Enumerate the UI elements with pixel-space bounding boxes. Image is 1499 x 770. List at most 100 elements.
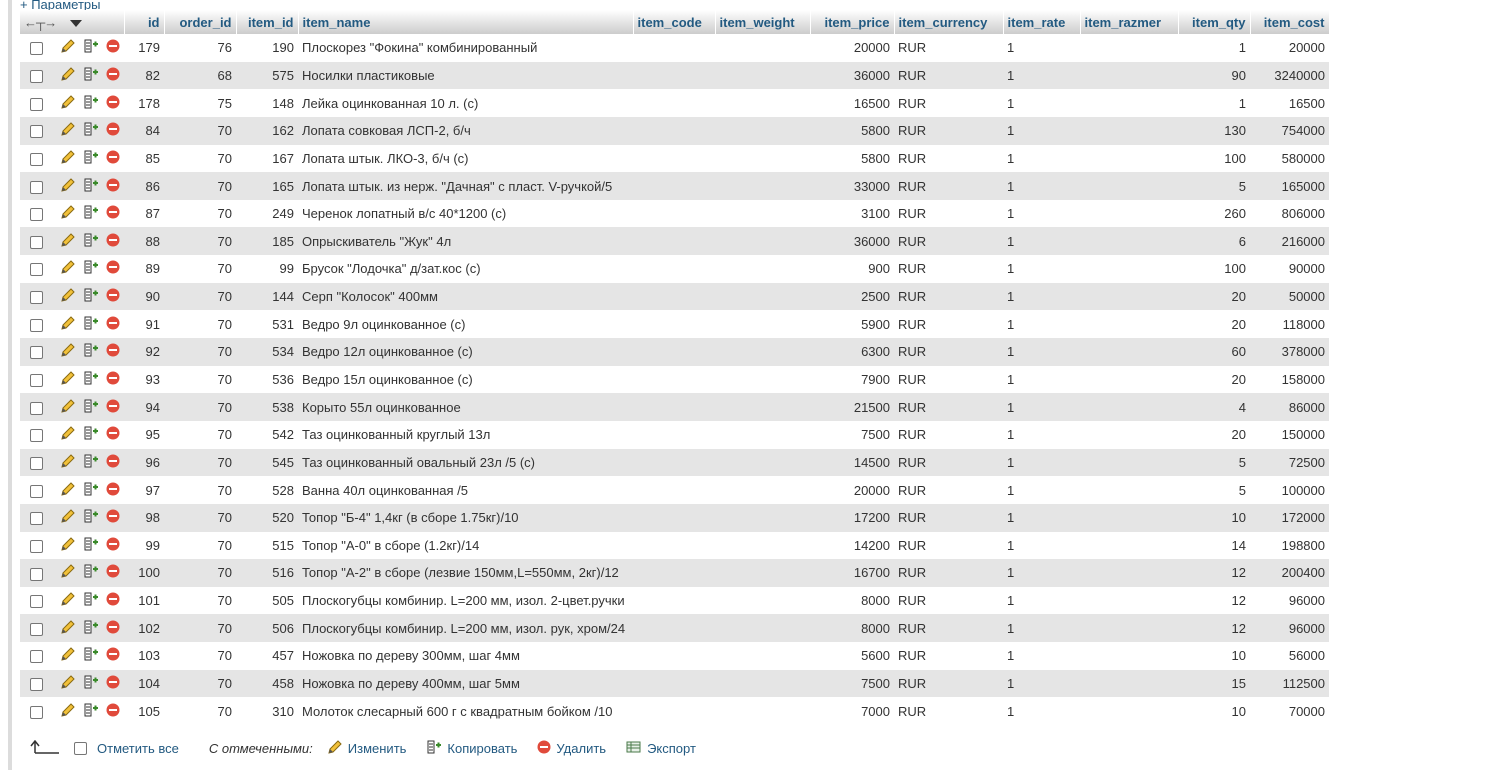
cell-item-razmer[interactable] — [1080, 34, 1178, 62]
delete-icon[interactable] — [106, 178, 120, 195]
cell-item-currency[interactable]: RUR — [894, 365, 1003, 394]
cell-item-code[interactable] — [633, 531, 715, 560]
copy-insert-icon[interactable] — [83, 149, 99, 168]
cell-item-weight[interactable] — [715, 559, 810, 587]
cell-order-id[interactable]: 76 — [164, 34, 236, 62]
cell-item-id[interactable]: 520 — [236, 503, 298, 532]
cell-item-currency[interactable]: RUR — [894, 282, 1003, 311]
cell-item-qty[interactable]: 1 — [1178, 89, 1250, 117]
edit-pencil-icon[interactable] — [60, 342, 76, 361]
cell-item-rate[interactable]: 1 — [1003, 586, 1080, 615]
cell-item-razmer[interactable] — [1080, 559, 1178, 587]
cell-item-currency[interactable]: RUR — [894, 310, 1003, 339]
cell-item-currency[interactable]: RUR — [894, 89, 1003, 117]
delete-icon[interactable] — [106, 371, 120, 388]
copy-insert-icon[interactable] — [83, 481, 99, 500]
check-all-checkbox[interactable] — [74, 741, 87, 755]
edit-pencil-icon[interactable] — [60, 536, 76, 555]
copy-insert-icon[interactable] — [83, 591, 99, 610]
delete-icon[interactable] — [106, 509, 120, 526]
cell-item-rate[interactable]: 1 — [1003, 614, 1080, 643]
edit-pencil-icon[interactable] — [60, 315, 76, 334]
cell-item-currency[interactable]: RUR — [894, 338, 1003, 366]
cell-item-name[interactable]: Лопата штык. ЛКО-3, б/ч (с) — [298, 144, 633, 173]
cell-item-id[interactable]: 534 — [236, 338, 298, 366]
cell-item-name[interactable]: Молоток слесарный 600 г с квадратным бой… — [298, 697, 633, 726]
cell-item-code[interactable] — [633, 559, 715, 587]
delete-icon[interactable] — [106, 316, 120, 333]
cell-item-cost[interactable]: 165000 — [1250, 172, 1329, 200]
cell-item-weight[interactable] — [715, 34, 810, 62]
cell-item-weight[interactable] — [715, 669, 810, 698]
cell-item-name[interactable]: Серп "Колосок" 400мм — [298, 282, 633, 311]
cell-item-cost[interactable]: 580000 — [1250, 144, 1329, 173]
cell-item-code[interactable] — [633, 365, 715, 394]
delete-icon[interactable] — [106, 454, 120, 471]
cell-item-id[interactable]: 99 — [236, 255, 298, 283]
cell-item-price[interactable]: 20000 — [810, 476, 894, 504]
edit-pencil-icon[interactable] — [60, 38, 76, 57]
cell-item-code[interactable] — [633, 199, 715, 228]
cell-item-price[interactable]: 8000 — [810, 586, 894, 615]
cell-item-price[interactable]: 8000 — [810, 614, 894, 643]
cell-item-name[interactable]: Лопата совковая ЛСП-2, б/ч — [298, 116, 633, 145]
cell-id[interactable]: 103 — [124, 642, 164, 670]
bulk-export-button[interactable]: Экспорт — [626, 740, 696, 757]
cell-item-qty[interactable]: 5 — [1178, 448, 1250, 477]
cell-item-razmer[interactable] — [1080, 199, 1178, 228]
cell-item-cost[interactable]: 200400 — [1250, 559, 1329, 587]
copy-insert-icon[interactable] — [83, 674, 99, 693]
cell-item-weight[interactable] — [715, 642, 810, 670]
cell-item-rate[interactable]: 1 — [1003, 669, 1080, 698]
col-header-item-name[interactable]: item_name — [298, 10, 634, 34]
cell-item-qty[interactable]: 5 — [1178, 476, 1250, 504]
cell-item-razmer[interactable] — [1080, 116, 1178, 145]
cell-item-rate[interactable]: 1 — [1003, 199, 1080, 228]
cell-item-razmer[interactable] — [1080, 420, 1178, 449]
cell-item-code[interactable] — [633, 34, 715, 62]
column-toggle-header[interactable]: ←┬→ — [20, 10, 125, 34]
row-checkbox[interactable] — [29, 595, 43, 609]
cell-item-price[interactable]: 36000 — [810, 227, 894, 256]
row-checkbox[interactable] — [29, 125, 43, 139]
cell-item-weight[interactable] — [715, 310, 810, 339]
cell-item-id[interactable]: 505 — [236, 586, 298, 615]
cell-item-name[interactable]: Лейка оцинкованная 10 л. (с) — [298, 89, 633, 117]
copy-insert-icon[interactable] — [83, 177, 99, 196]
cell-item-id[interactable]: 516 — [236, 559, 298, 587]
cell-item-price[interactable]: 36000 — [810, 61, 894, 90]
cell-item-price[interactable]: 5800 — [810, 116, 894, 145]
row-checkbox[interactable] — [29, 539, 43, 553]
cell-id[interactable]: 90 — [124, 282, 164, 311]
cell-item-id[interactable]: 506 — [236, 614, 298, 643]
cell-order-id[interactable]: 70 — [164, 199, 236, 228]
row-checkbox[interactable] — [29, 235, 43, 249]
col-header-id[interactable]: id — [124, 10, 165, 34]
cell-id[interactable]: 85 — [124, 144, 164, 173]
cell-id[interactable]: 102 — [124, 614, 164, 643]
cell-id[interactable]: 88 — [124, 227, 164, 256]
copy-insert-icon[interactable] — [83, 287, 99, 306]
row-checkbox[interactable] — [29, 429, 43, 443]
col-header-item-cost[interactable]: item_cost — [1250, 10, 1330, 34]
cell-item-weight[interactable] — [715, 282, 810, 311]
cell-item-razmer[interactable] — [1080, 282, 1178, 311]
copy-insert-icon[interactable] — [83, 204, 99, 223]
cell-item-rate[interactable]: 1 — [1003, 393, 1080, 421]
cell-item-rate[interactable]: 1 — [1003, 172, 1080, 200]
edit-pencil-icon[interactable] — [60, 508, 76, 527]
cell-item-currency[interactable]: RUR — [894, 172, 1003, 200]
cell-item-razmer[interactable] — [1080, 365, 1178, 394]
cell-id[interactable]: 179 — [124, 34, 164, 62]
cell-item-price[interactable]: 2500 — [810, 282, 894, 311]
cell-order-id[interactable]: 70 — [164, 614, 236, 643]
cell-item-rate[interactable]: 1 — [1003, 476, 1080, 504]
cell-item-code[interactable] — [633, 393, 715, 421]
cell-item-razmer[interactable] — [1080, 61, 1178, 90]
row-checkbox[interactable] — [29, 97, 43, 111]
cell-item-rate[interactable]: 1 — [1003, 116, 1080, 145]
cell-item-rate[interactable]: 1 — [1003, 338, 1080, 366]
copy-insert-icon[interactable] — [83, 453, 99, 472]
cell-item-razmer[interactable] — [1080, 393, 1178, 421]
cell-item-rate[interactable]: 1 — [1003, 503, 1080, 532]
